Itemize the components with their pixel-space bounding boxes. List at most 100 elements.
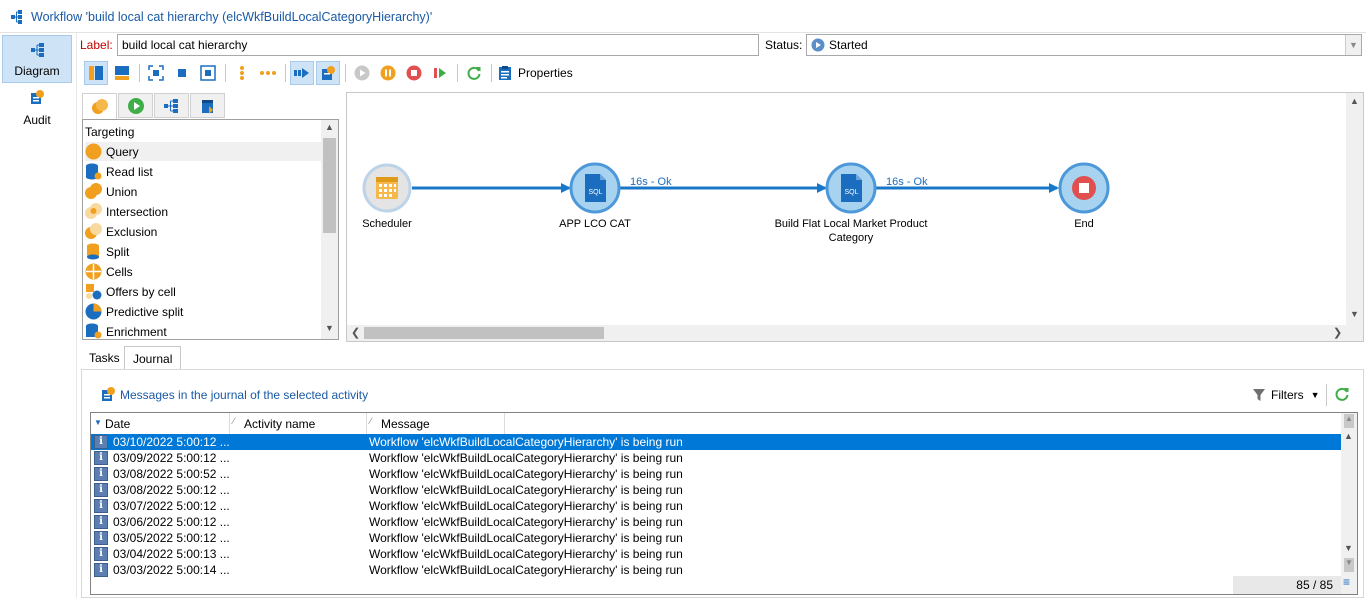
journal-row[interactable]: i 03/09/2022 5:00:12 ... Workflow 'elcWkfB… xyxy=(91,450,1341,466)
refresh-icon[interactable] xyxy=(1334,386,1350,402)
column-header-message[interactable]: ⁄ Message xyxy=(367,413,505,434)
zoom-fit-button[interactable] xyxy=(144,61,168,85)
palette-item-predictive-split[interactable]: Predictive split xyxy=(85,302,321,321)
pause-icon xyxy=(380,65,396,81)
horizontal-layout-icon xyxy=(115,66,129,80)
chevron-down-icon[interactable]: ▼ xyxy=(1345,35,1361,55)
tab-journal[interactable]: Journal xyxy=(124,346,182,370)
node-scheduler[interactable] xyxy=(362,163,412,213)
node-app-lco-cat[interactable]: SQL xyxy=(569,162,621,214)
palette-item-split[interactable]: Split xyxy=(85,242,321,261)
column-chooser-icon[interactable]: ≡ xyxy=(1343,575,1350,589)
scroll-top-icon[interactable]: ▲ xyxy=(1344,414,1354,428)
journal-row[interactable]: i 03/04/2022 5:00:13 ... Workflow 'elcWkfB… xyxy=(91,546,1341,562)
tab-flow-control[interactable] xyxy=(118,93,153,118)
scroll-down-icon[interactable]: ▼ xyxy=(325,323,334,333)
scroll-down-icon[interactable]: ▼ xyxy=(1344,543,1353,553)
status-select[interactable]: Started ▼ xyxy=(806,34,1362,56)
enrichment-icon xyxy=(86,323,102,339)
palette-item-intersection[interactable]: Intersection xyxy=(85,202,321,221)
union-icon xyxy=(85,183,102,199)
toolbar-separator xyxy=(457,64,458,82)
scroll-up-icon[interactable]: ▲ xyxy=(1350,96,1359,106)
filters-button[interactable]: Filters ▼ xyxy=(1252,385,1320,405)
actions-tab-icon xyxy=(163,98,178,113)
sort-icon: ⁄ xyxy=(370,416,372,426)
info-icon: i xyxy=(94,515,108,529)
predictive-split-icon xyxy=(85,303,102,320)
show-transitions-button[interactable] xyxy=(290,61,314,85)
left-nav: Diagram Audit xyxy=(0,33,77,598)
scroll-bottom-icon[interactable]: ▼ xyxy=(1344,558,1354,572)
toolbar-separator xyxy=(225,64,226,82)
journal-row[interactable]: i 03/07/2022 5:00:12 ... Workflow 'elcWkfB… xyxy=(91,498,1341,514)
vertical-distribute-button[interactable] xyxy=(230,61,254,85)
nav-item-label: Audit xyxy=(23,113,51,127)
row-date: 03/09/2022 5:00:12 ... xyxy=(113,451,230,465)
row-date: 03/07/2022 5:00:12 ... xyxy=(113,499,230,513)
canvas-horizontal-scrollbar[interactable]: ❮ ❯ xyxy=(347,325,1363,341)
toolbar-separator xyxy=(139,64,140,82)
zoom-out-button[interactable] xyxy=(196,61,220,85)
journal-row[interactable]: i 03/05/2022 5:00:12 ... Workflow 'elcWkfB… xyxy=(91,530,1341,546)
nav-item-audit[interactable]: Audit xyxy=(2,83,72,131)
palette-item-cells[interactable]: Cells xyxy=(85,262,321,281)
split-icon xyxy=(87,243,99,260)
tab-events[interactable] xyxy=(190,93,225,118)
palette-item-union[interactable]: Union xyxy=(85,182,321,201)
row-message: Workflow 'elcWkfBuildLocalCategoryHierar… xyxy=(369,531,683,545)
vertical-layout-button[interactable] xyxy=(84,61,108,85)
palette-item-offers-by-cell[interactable]: Offers by cell xyxy=(85,282,321,301)
svg-text:SQL: SQL xyxy=(588,189,602,196)
row-message: Workflow 'elcWkfBuildLocalCategoryHierar… xyxy=(369,563,683,577)
scrollbar-thumb[interactable] xyxy=(364,327,604,339)
node-build-flat-local-market[interactable]: SQL xyxy=(825,162,877,214)
properties-button[interactable]: Properties xyxy=(497,62,573,84)
scroll-left-icon[interactable]: ❮ xyxy=(351,326,360,339)
refresh-button[interactable] xyxy=(462,61,486,85)
scroll-up-icon[interactable]: ▲ xyxy=(1344,431,1353,441)
workflow-canvas[interactable]: SQL SQL 16s - Ok 16s - Ok Scheduler APP … xyxy=(346,92,1364,342)
journal-row[interactable]: i 03/03/2022 5:00:14 ... Workflow 'elcWkfB… xyxy=(91,562,1341,578)
pause-button[interactable] xyxy=(376,61,400,85)
scroll-up-icon[interactable]: ▲ xyxy=(325,122,334,132)
toolbar-separator xyxy=(491,64,492,82)
palette-item-enrichment[interactable]: Enrichment xyxy=(85,322,321,339)
column-header-date[interactable]: ▼ Date xyxy=(91,413,230,434)
palette-item-exclusion[interactable]: Exclusion xyxy=(85,222,321,241)
palette-item-label: Read list xyxy=(106,164,153,179)
journal-row[interactable]: i 03/10/2022 5:00:12 ... Workflow 'elcWkfB… xyxy=(91,434,1341,450)
filter-icon xyxy=(1253,389,1265,401)
journal-row[interactable]: i 03/08/2022 5:00:52 ... Workflow 'elcWkfB… xyxy=(91,466,1341,482)
column-header-activity-name[interactable]: ⁄ Activity name xyxy=(230,413,367,434)
unconditional-stop-button[interactable] xyxy=(428,61,452,85)
tab-tasks[interactable]: Tasks xyxy=(81,346,128,370)
offers-by-cell-icon xyxy=(86,284,102,300)
palette-item-read-list[interactable]: Read list xyxy=(85,162,321,181)
stop-button[interactable] xyxy=(402,61,426,85)
scroll-right-icon[interactable]: ❯ xyxy=(1333,326,1342,339)
transition-label: 16s - Ok xyxy=(886,176,928,188)
journal-row[interactable]: i 03/06/2022 5:00:12 ... Workflow 'elcWkfB… xyxy=(91,514,1341,530)
palette-item-label: Split xyxy=(106,244,130,259)
svg-text:SQL: SQL xyxy=(844,189,858,196)
activity-palette: Targeting Query Read list Union Intersec… xyxy=(82,119,339,340)
scroll-down-icon[interactable]: ▼ xyxy=(1350,309,1359,319)
nav-item-diagram[interactable]: Diagram xyxy=(2,35,72,83)
zoom-normal-button[interactable] xyxy=(170,61,194,85)
window-title: Workflow 'build local cat hierarchy (elc… xyxy=(31,10,433,24)
horizontal-distribute-button[interactable] xyxy=(256,61,280,85)
palette-item-query[interactable]: Query xyxy=(85,142,321,161)
node-end[interactable] xyxy=(1058,162,1110,214)
tab-actions[interactable] xyxy=(154,93,189,118)
row-message: Workflow 'elcWkfBuildLocalCategoryHierar… xyxy=(369,515,683,529)
start-button[interactable] xyxy=(350,61,374,85)
label-input[interactable]: build local cat hierarchy xyxy=(117,34,759,56)
show-logs-button[interactable] xyxy=(316,61,340,85)
journal-row[interactable]: i 03/08/2022 5:00:12 ... Workflow 'elcWkfB… xyxy=(91,482,1341,498)
query-icon xyxy=(85,143,102,160)
tab-targeting[interactable] xyxy=(82,93,117,120)
horizontal-layout-button[interactable] xyxy=(110,61,134,85)
canvas-vertical-scrollbar[interactable]: ▲ ▼ xyxy=(1346,93,1363,325)
grid-scrollbar[interactable]: ▲ ▲ ▼ ▼ ≡ xyxy=(1341,413,1357,594)
